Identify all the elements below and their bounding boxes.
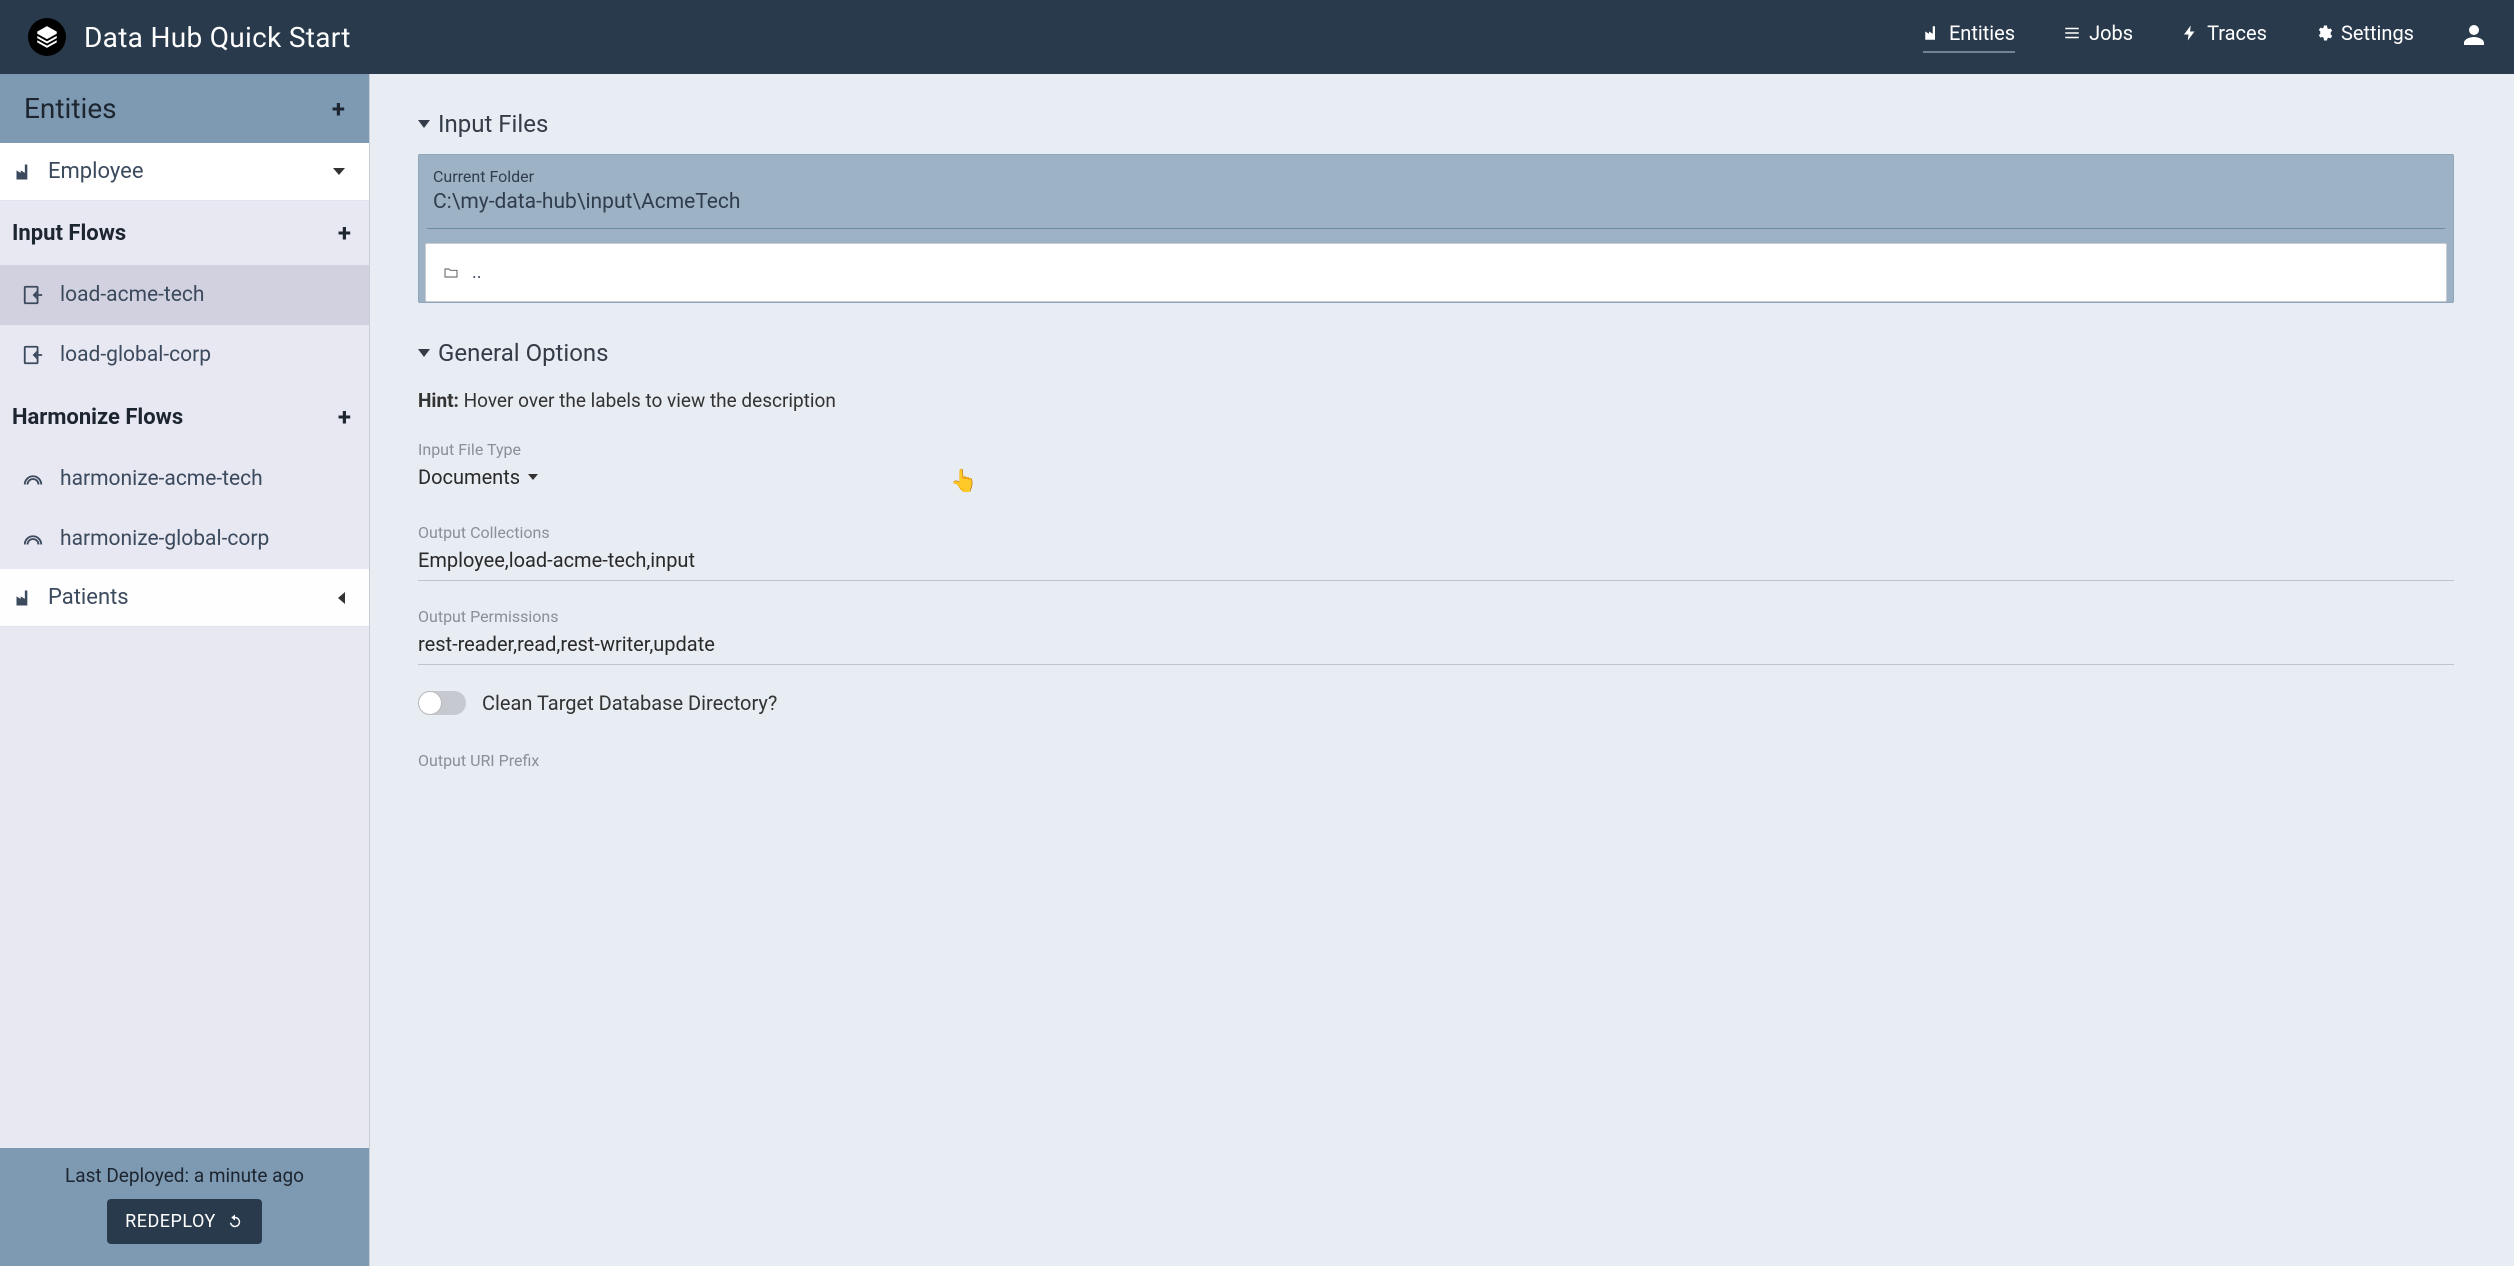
- refresh-icon: [226, 1213, 244, 1231]
- input-flow-label: load-acme-tech: [60, 283, 205, 307]
- nav-jobs[interactable]: Jobs: [2063, 21, 2133, 53]
- harmonize-flow-label: harmonize-acme-tech: [60, 467, 263, 491]
- nav-traces-label: Traces: [2207, 21, 2267, 45]
- output-permissions-label: Output Permissions: [418, 607, 2454, 626]
- clean-target-label: Clean Target Database Directory?: [482, 691, 777, 715]
- add-input-flow-button[interactable]: +: [338, 219, 351, 247]
- current-folder-value: C:\my-data-hub\input\AcmeTech: [433, 190, 2439, 214]
- nav-user[interactable]: [2462, 23, 2486, 51]
- add-harmonize-flow-button[interactable]: +: [338, 403, 351, 431]
- brand-logo-icon: [28, 18, 66, 56]
- entity-employee-label: Employee: [48, 159, 144, 184]
- factory-icon: [1923, 24, 1941, 42]
- input-files-section-title[interactable]: Input Files: [418, 110, 2454, 138]
- general-options-hint: Hint: Hover over the labels to view the …: [418, 389, 2454, 412]
- parent-directory-label: ..: [472, 262, 482, 283]
- arc-icon: [22, 528, 44, 550]
- caret-down-icon: [418, 349, 430, 357]
- general-options-title: General Options: [438, 339, 609, 367]
- input-file-type-field: Input File Type Documents: [418, 440, 2454, 497]
- input-flows-header: Input Flows +: [0, 201, 369, 265]
- general-options-section-title[interactable]: General Options: [418, 339, 2454, 367]
- parent-directory-row[interactable]: ..: [425, 243, 2447, 302]
- harmonize-flow-acme-tech[interactable]: harmonize-acme-tech: [0, 449, 369, 509]
- last-deployed-text: Last Deployed: a minute ago: [10, 1164, 359, 1187]
- input-flow-load-global-corp[interactable]: load-global-corp: [0, 325, 369, 385]
- nav-traces[interactable]: Traces: [2181, 21, 2267, 53]
- gear-icon: [2315, 24, 2333, 42]
- entity-patients-label: Patients: [48, 585, 129, 610]
- add-entity-button[interactable]: +: [332, 95, 345, 123]
- factory-icon: [14, 162, 34, 182]
- caret-down-icon: [528, 474, 538, 480]
- caret-down-icon: [418, 120, 430, 128]
- input-files-panel: Current Folder C:\my-data-hub\input\Acme…: [418, 154, 2454, 303]
- harmonize-flow-global-corp[interactable]: harmonize-global-corp: [0, 509, 369, 569]
- nav-entities-label: Entities: [1949, 21, 2015, 45]
- output-collections-input[interactable]: Employee,load-acme-tech,input: [418, 548, 2454, 581]
- output-collections-label: Output Collections: [418, 523, 2454, 542]
- chevron-down-icon: [333, 168, 345, 175]
- brand: Data Hub Quick Start: [28, 18, 351, 56]
- sidebar-header-label: Entities: [24, 92, 117, 125]
- input-file-type-dropdown[interactable]: Documents: [418, 465, 538, 497]
- nav-entities[interactable]: Entities: [1923, 21, 2015, 53]
- list-icon: [2063, 24, 2081, 42]
- arc-icon: [22, 468, 44, 490]
- sidebar-footer: Last Deployed: a minute ago REDEPLOY: [0, 1148, 369, 1266]
- current-folder-label: Current Folder: [433, 167, 2439, 186]
- clean-target-row: Clean Target Database Directory?: [418, 691, 2454, 715]
- harmonize-flows-header: Harmonize Flows +: [0, 385, 369, 449]
- harmonize-flow-label: harmonize-global-corp: [60, 527, 269, 551]
- main-content[interactable]: Input Files Current Folder C:\my-data-hu…: [370, 74, 2514, 1266]
- input-flow-load-acme-tech[interactable]: load-acme-tech: [0, 265, 369, 325]
- entity-employee[interactable]: Employee: [0, 143, 369, 201]
- bolt-icon: [2181, 24, 2199, 42]
- sidebar: Entities + Employee Input Flows + load-a…: [0, 74, 370, 1266]
- toggle-knob: [418, 691, 442, 715]
- clean-target-toggle[interactable]: [418, 691, 466, 715]
- input-files-title: Input Files: [438, 110, 548, 138]
- folder-icon: [442, 265, 460, 281]
- import-icon: [22, 284, 44, 306]
- output-collections-field: Output Collections Employee,load-acme-te…: [418, 523, 2454, 581]
- import-icon: [22, 344, 44, 366]
- nav-items: Entities Jobs Traces Settings: [1923, 21, 2486, 53]
- hint-prefix: Hint:: [418, 389, 459, 412]
- input-flows-label: Input Flows: [12, 221, 126, 246]
- nav-settings[interactable]: Settings: [2315, 21, 2414, 53]
- output-uri-prefix-label: Output URI Prefix: [418, 751, 2454, 770]
- output-permissions-field: Output Permissions rest-reader,read,rest…: [418, 607, 2454, 665]
- input-flow-label: load-global-corp: [60, 343, 211, 367]
- brand-title: Data Hub Quick Start: [84, 21, 351, 54]
- sidebar-header: Entities +: [0, 74, 369, 143]
- output-uri-prefix-field: Output URI Prefix: [418, 751, 2454, 770]
- user-icon: [2462, 23, 2486, 47]
- redeploy-label: REDEPLOY: [125, 1211, 216, 1232]
- output-permissions-input[interactable]: rest-reader,read,rest-writer,update: [418, 632, 2454, 665]
- redeploy-button[interactable]: REDEPLOY: [107, 1199, 262, 1244]
- factory-icon: [14, 588, 34, 608]
- current-folder-field[interactable]: Current Folder C:\my-data-hub\input\Acme…: [427, 161, 2445, 229]
- top-nav: Data Hub Quick Start Entities Jobs Trace…: [0, 0, 2514, 74]
- hint-text: Hover over the labels to view the descri…: [459, 389, 836, 412]
- chevron-left-icon: [338, 592, 345, 604]
- nav-settings-label: Settings: [2341, 21, 2414, 45]
- harmonize-flows-label: Harmonize Flows: [12, 405, 183, 430]
- input-file-type-value: Documents: [418, 465, 520, 489]
- nav-jobs-label: Jobs: [2089, 21, 2133, 45]
- input-file-type-label: Input File Type: [418, 440, 2454, 459]
- entity-patients[interactable]: Patients: [0, 569, 369, 627]
